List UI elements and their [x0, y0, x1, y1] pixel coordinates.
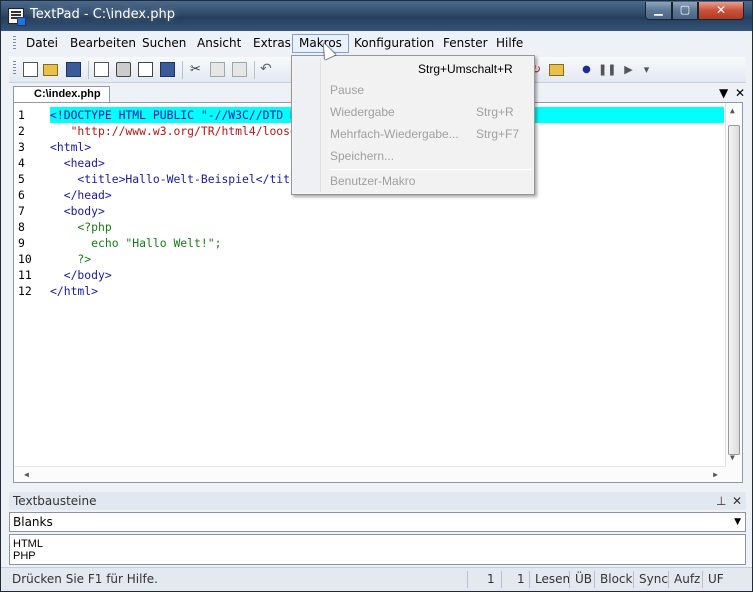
status-record-mode: Aufz: [674, 572, 701, 586]
code-line[interactable]: echo "Hallo Welt!";: [50, 235, 724, 251]
menu-item-play: Wiedergabe Strg+R: [330, 102, 530, 122]
code-line[interactable]: ?>: [50, 251, 724, 267]
scroll-down-icon[interactable]: ▼: [730, 453, 735, 462]
save-icon[interactable]: [66, 62, 81, 77]
status-overwrite-mode: ÜB: [575, 572, 593, 586]
document-tab[interactable]: C:\index.php: [13, 86, 110, 102]
window-title: TextPad - C:\index.php: [30, 7, 175, 22]
clip-library-header: Textbausteine ⊥ ✕: [9, 492, 746, 510]
line-number: 8: [18, 220, 25, 234]
menu-item-multiple-play: Mehrfach-Wiedergabe... Strg+F7: [330, 124, 530, 144]
maximize-button[interactable]: ▢: [672, 2, 698, 20]
new-file-icon[interactable]: [23, 62, 38, 77]
shortcut-label: Strg+F7: [476, 127, 520, 141]
record-macro-icon[interactable]: ●: [579, 62, 594, 77]
vertical-scroll-thumb[interactable]: [728, 125, 740, 455]
code-line[interactable]: </body>: [50, 267, 724, 283]
menu-datei[interactable]: Datei: [20, 34, 64, 53]
clip-library-title: Textbausteine: [13, 494, 97, 508]
line-number: 10: [18, 252, 32, 266]
paste-icon[interactable]: [232, 62, 247, 77]
pin-icon[interactable]: ⊥: [716, 492, 726, 510]
vertical-scrollbar[interactable]: ▲ ▼: [725, 103, 742, 482]
line-number: 2: [18, 124, 25, 138]
menu-item-user-macro: Benutzer-Makro: [330, 174, 416, 188]
status-uf-mode: UF: [708, 572, 724, 586]
toolbar-overflow-icon[interactable]: ▾: [639, 62, 654, 77]
open-file-icon[interactable]: [43, 64, 58, 76]
print-icon[interactable]: [116, 62, 131, 77]
menu-item-save: Speichern...: [330, 149, 395, 163]
copy-icon[interactable]: [210, 62, 225, 77]
line-number: 5: [18, 172, 25, 186]
tab-list-icon[interactable]: ▼: [719, 86, 728, 100]
menu-suchen[interactable]: Suchen: [136, 34, 192, 53]
status-read-mode: Lesen: [535, 572, 571, 586]
code-line[interactable]: <?php: [50, 219, 724, 235]
menu-hilfe[interactable]: Hilfe: [490, 34, 529, 53]
line-number-gutter: 1 2 3 4 5 6 7 8 9 10 11 12: [14, 107, 50, 299]
print-preview-icon[interactable]: [138, 62, 153, 77]
menu-separator: [330, 169, 532, 170]
status-bar: Drücken Sie F1 für Hilfe. 1 1 Lesen ÜB B…: [1, 567, 752, 591]
menu-konfiguration[interactable]: Konfiguration: [348, 34, 440, 53]
line-number: 1: [18, 108, 25, 122]
code-line[interactable]: </html>: [50, 283, 724, 299]
status-block-mode: Block: [600, 572, 633, 586]
menu-ansicht[interactable]: Ansicht: [191, 34, 247, 53]
line-number: 7: [18, 204, 25, 218]
close-window-button[interactable]: ✕: [698, 2, 744, 20]
menu-icon-column: [294, 58, 321, 192]
line-number: 9: [18, 236, 25, 250]
line-number: 4: [18, 156, 25, 170]
status-sync-mode: Sync: [639, 572, 668, 586]
menu-bearbeiten[interactable]: Bearbeiten: [64, 34, 142, 53]
status-column: 1: [517, 572, 525, 586]
list-item[interactable]: PHP: [13, 550, 742, 562]
line-number: 12: [18, 284, 32, 298]
scroll-left-icon[interactable]: ◀: [24, 470, 29, 479]
tab-close-icon[interactable]: ✕: [735, 86, 745, 100]
save-all-icon[interactable]: [94, 62, 109, 77]
line-number: 6: [18, 188, 25, 202]
clip-library-select[interactable]: Blanks ▼: [9, 512, 746, 532]
textpad-window: TextPad - C:\index.php ▁ ▢ ✕ Datei Bearb…: [0, 0, 753, 592]
clip-library-selected: Blanks: [13, 515, 53, 529]
undo-icon[interactable]: ↶: [260, 62, 275, 77]
cut-icon[interactable]: ✂: [188, 62, 203, 77]
textpad-app-icon[interactable]: [8, 8, 26, 26]
document-properties-icon[interactable]: [160, 62, 175, 77]
play-macro-icon[interactable]: ▶: [621, 62, 636, 77]
chevron-down-icon[interactable]: ▼: [734, 513, 741, 531]
status-help-text: Drücken Sie F1 für Hilfe.: [12, 572, 158, 586]
title-bar: TextPad - C:\index.php ▁ ▢ ✕: [1, 1, 752, 31]
find-in-files-icon[interactable]: [549, 64, 564, 76]
line-number: 3: [18, 140, 25, 154]
minimize-button[interactable]: ▁: [645, 2, 672, 20]
shortcut-label: Strg+Umschalt+R: [418, 62, 513, 76]
menu-item-record[interactable]: Strg+Umschalt+R: [330, 59, 530, 79]
menu-fenster[interactable]: Fenster: [437, 34, 494, 53]
scroll-up-icon[interactable]: ▲: [730, 106, 735, 115]
menu-item-pause: Pause: [330, 83, 365, 97]
shortcut-label: Strg+R: [476, 105, 514, 119]
clip-library-close-icon[interactable]: ✕: [732, 492, 742, 510]
toolbar-grip-icon[interactable]: [13, 61, 16, 76]
pause-macro-icon[interactable]: ❚❚: [598, 62, 616, 77]
menu-grip-icon[interactable]: [13, 36, 16, 51]
clip-library-list: HTML PHP: [9, 534, 746, 565]
status-line: 1: [487, 572, 495, 586]
makros-dropdown-menu: Strg+Umschalt+R Pause Wiedergabe Strg+R …: [291, 55, 535, 195]
code-line[interactable]: <body>: [50, 203, 724, 219]
horizontal-scrollbar[interactable]: ◀ ▶: [14, 466, 726, 482]
menu-bar: Datei Bearbeiten Suchen Ansicht Extras M…: [9, 32, 746, 55]
menu-extras[interactable]: Extras: [247, 34, 297, 53]
list-item[interactable]: HTML: [13, 538, 742, 550]
line-number: 11: [18, 268, 32, 282]
scroll-right-icon[interactable]: ▶: [713, 470, 718, 479]
